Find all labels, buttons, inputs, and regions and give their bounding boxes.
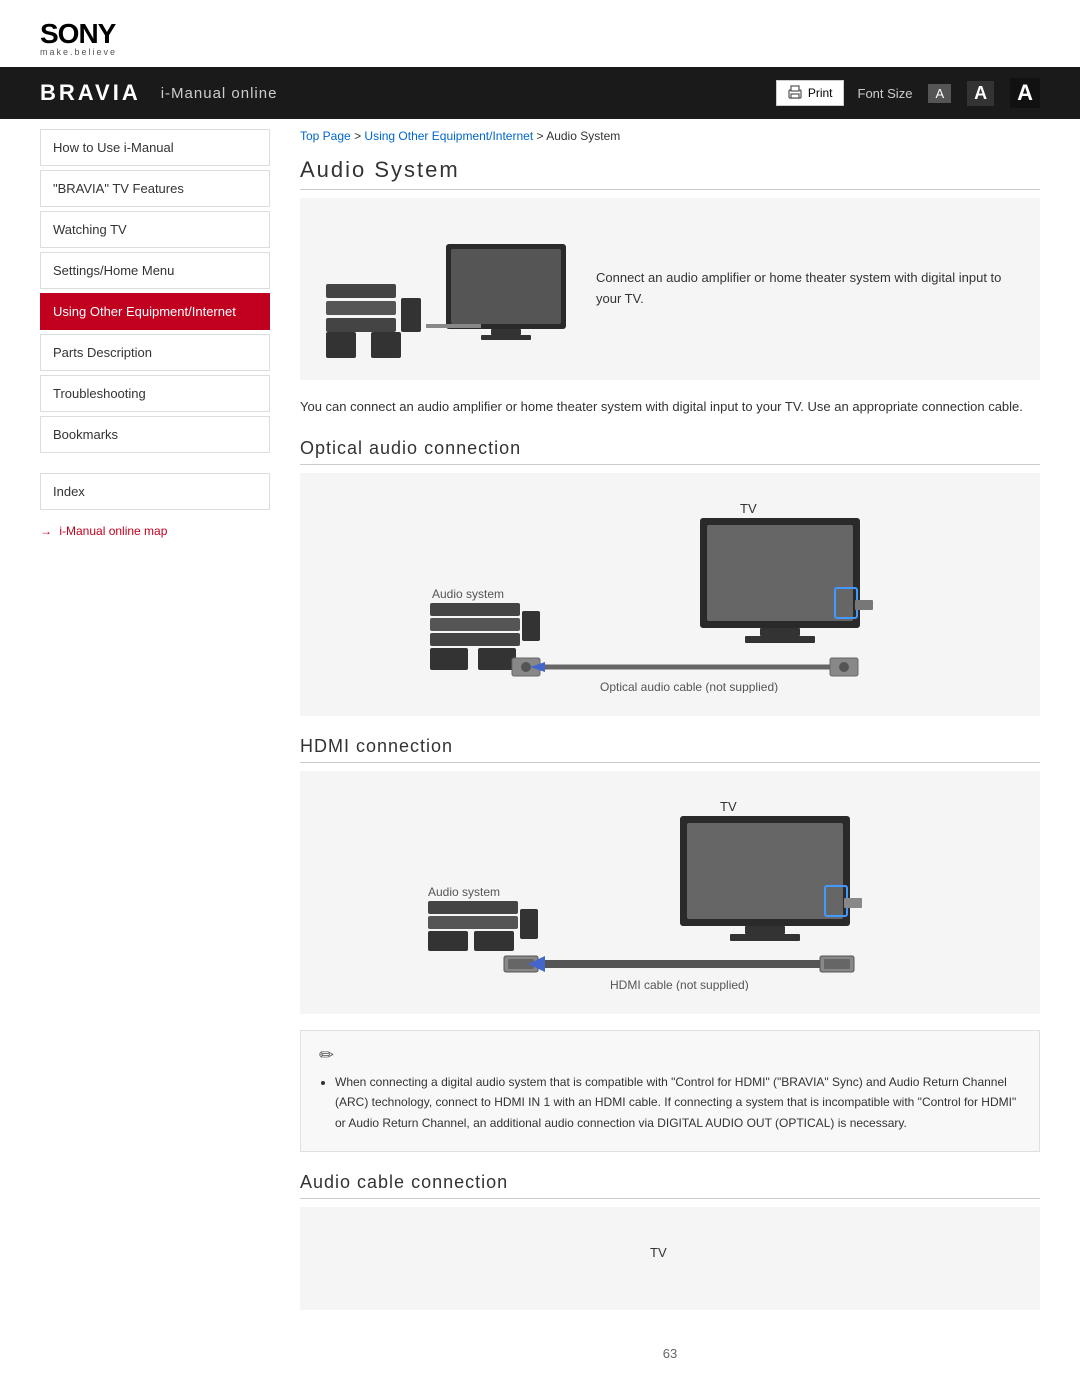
arrow-icon: → xyxy=(40,524,52,538)
optical-section-title: Optical audio connection xyxy=(300,438,1040,465)
intro-box: Connect an audio amplifier or home theat… xyxy=(300,198,1040,380)
map-link-text[interactable]: i-Manual online map xyxy=(59,524,167,538)
bravia-logo: BRAVIA xyxy=(40,80,141,106)
sidebar-item-watching-tv[interactable]: Watching TV xyxy=(40,211,270,248)
page-title: Audio System xyxy=(300,157,1040,190)
sidebar-item-troubleshooting[interactable]: Troubleshooting xyxy=(40,375,270,412)
note-icon: ✏ xyxy=(319,1045,1021,1066)
sidebar-map-link[interactable]: → i-Manual online map xyxy=(40,520,270,542)
sidebar-item-parts[interactable]: Parts Description xyxy=(40,334,270,371)
navbar: BRAVIA i-Manual online Print Font Size A… xyxy=(0,67,1080,119)
main-layout: How to Use i-Manual "BRAVIA" TV Features… xyxy=(0,129,1080,1381)
sidebar-item-using-other[interactable]: Using Other Equipment/Internet xyxy=(40,293,270,330)
intro-image xyxy=(316,214,576,364)
print-icon xyxy=(787,85,803,101)
svg-text:TV: TV xyxy=(720,799,737,814)
breadcrumb: Top Page > Using Other Equipment/Interne… xyxy=(300,129,1040,143)
sidebar-index[interactable]: Index xyxy=(40,473,270,510)
svg-text:TV: TV xyxy=(650,1245,667,1260)
sidebar: How to Use i-Manual "BRAVIA" TV Features… xyxy=(40,129,270,1381)
hdmi-diagram-svg: TV Audio system xyxy=(370,791,970,991)
svg-text:Audio system: Audio system xyxy=(428,885,500,899)
breadcrumb-current: Audio System xyxy=(546,129,620,143)
header: SONY make.believe xyxy=(0,0,1080,67)
print-button[interactable]: Print xyxy=(776,80,844,106)
sidebar-divider xyxy=(40,457,270,473)
sidebar-item-bravia-features[interactable]: "BRAVIA" TV Features xyxy=(40,170,270,207)
font-medium-button[interactable]: A xyxy=(967,81,994,106)
audio-cable-section-title: Audio cable connection xyxy=(300,1172,1040,1199)
svg-text:TV: TV xyxy=(740,501,757,516)
navbar-right: Print Font Size A A A xyxy=(776,78,1040,108)
optical-diagram-svg: TV Audio system xyxy=(370,493,970,693)
breadcrumb-top[interactable]: Top Page xyxy=(300,129,351,143)
hdmi-diagram: TV Audio system xyxy=(300,771,1040,1014)
font-size-label: Font Size xyxy=(858,86,913,101)
intro-paragraph: You can connect an audio amplifier or ho… xyxy=(300,396,1040,418)
sidebar-item-settings[interactable]: Settings/Home Menu xyxy=(40,252,270,289)
note-box: ✏ When connecting a digital audio system… xyxy=(300,1030,1040,1152)
svg-text:Optical audio cable (not suppl: Optical audio cable (not supplied) xyxy=(600,680,778,693)
breadcrumb-using-other[interactable]: Using Other Equipment/Internet xyxy=(364,129,533,143)
page-number: 63 xyxy=(300,1326,1040,1381)
font-large-button[interactable]: A xyxy=(1010,78,1040,108)
audio-cable-tv-label: TV xyxy=(520,1227,820,1287)
font-small-button[interactable]: A xyxy=(928,84,951,103)
note-text: When connecting a digital audio system t… xyxy=(319,1072,1021,1133)
intro-text: Connect an audio amplifier or home theat… xyxy=(596,268,1024,310)
audio-system-image xyxy=(316,214,576,364)
navbar-title: i-Manual online xyxy=(161,85,278,102)
sidebar-item-how-to-use[interactable]: How to Use i-Manual xyxy=(40,129,270,166)
sony-logo: SONY make.believe xyxy=(40,18,1040,57)
audio-cable-diagram: TV xyxy=(300,1207,1040,1310)
content: Top Page > Using Other Equipment/Interne… xyxy=(300,129,1040,1381)
sidebar-item-bookmarks[interactable]: Bookmarks xyxy=(40,416,270,453)
svg-text:HDMI cable (not supplied): HDMI cable (not supplied) xyxy=(610,978,749,991)
hdmi-section-title: HDMI connection xyxy=(300,736,1040,763)
svg-text:Audio system: Audio system xyxy=(432,587,504,601)
optical-diagram: TV Audio system xyxy=(300,473,1040,716)
